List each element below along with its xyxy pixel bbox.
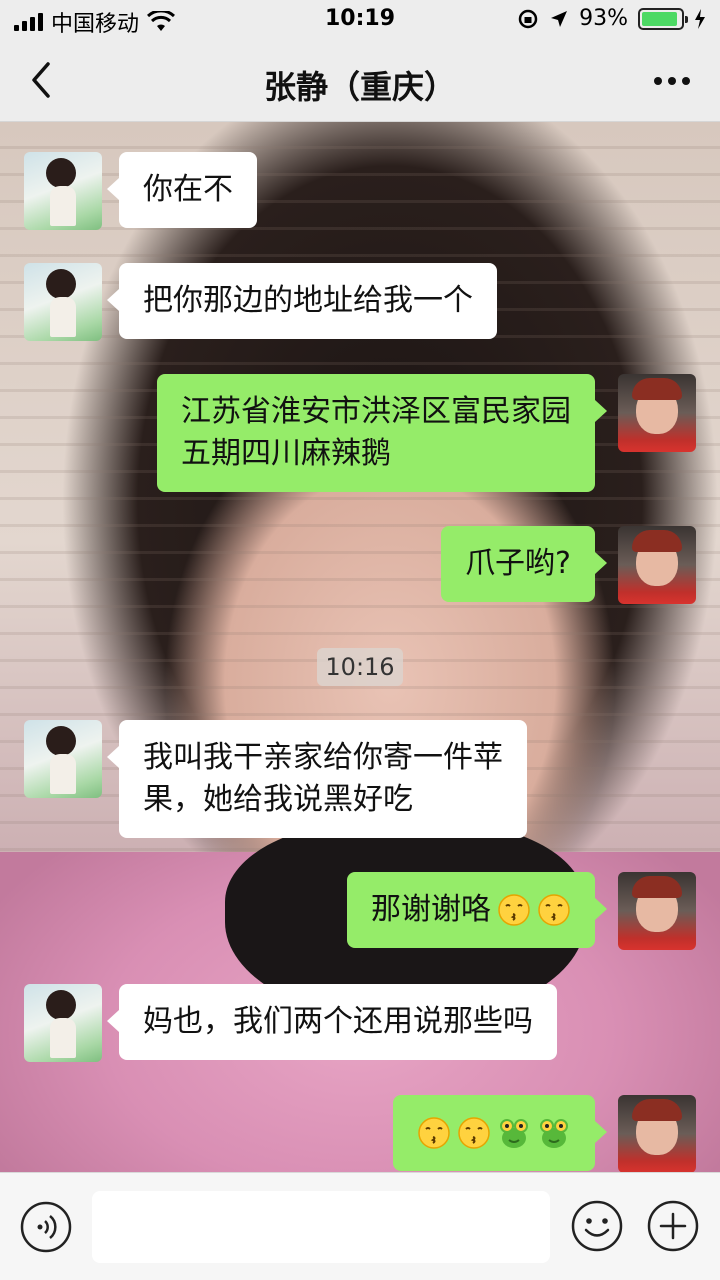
message-text: 那谢谢咯 — [371, 892, 491, 927]
message-text-line: 江苏省淮安市洪泽区富民家园 — [181, 394, 571, 429]
emoji-button[interactable] — [570, 1199, 624, 1253]
kissing-face-icon — [498, 894, 530, 926]
message-text: 爪子哟? — [465, 546, 571, 581]
my-avatar[interactable] — [618, 1095, 696, 1172]
message-text-line: 我叫我干亲家给你寄一件苹 — [143, 740, 503, 775]
my-avatar[interactable] — [618, 374, 696, 452]
battery-icon — [638, 7, 688, 30]
message-bubble-me[interactable]: 那谢谢咯 — [347, 872, 607, 948]
message-text-line: 果，她给我说黑好吃 — [143, 782, 413, 817]
smiley-icon — [571, 1200, 623, 1252]
frog-face-icon — [500, 1119, 528, 1148]
frog-face-icon — [540, 1119, 568, 1148]
message-bubble-me[interactable] — [393, 1095, 607, 1171]
message-text: 妈也，我们两个还用说那些吗 — [143, 1004, 533, 1039]
more-button[interactable] — [652, 66, 692, 96]
kissing-face-icon — [538, 894, 570, 926]
chat-header: 张静（重庆） — [0, 40, 720, 122]
friend-avatar[interactable] — [24, 984, 102, 1062]
kissing-face-icon — [418, 1117, 450, 1149]
message-bubble-friend[interactable]: 把你那边的地址给我一个 — [107, 263, 497, 339]
message-bubble-friend[interactable]: 妈也，我们两个还用说那些吗 — [107, 984, 557, 1060]
charging-icon — [695, 8, 705, 29]
message-bubble-friend[interactable]: 我叫我干亲家给你寄一件苹 果，她给我说黑好吃 — [107, 720, 527, 838]
input-bar — [0, 1172, 720, 1280]
my-avatar[interactable] — [618, 872, 696, 950]
message-text-line: 五期四川麻辣鹅 — [181, 436, 391, 471]
message-bubble-me[interactable]: 江苏省淮安市洪泽区富民家园 五期四川麻辣鹅 — [157, 374, 607, 492]
voice-icon — [20, 1201, 72, 1253]
location-icon — [551, 10, 568, 27]
voice-button[interactable] — [20, 1201, 72, 1253]
battery-fill — [642, 11, 678, 26]
kissing-face-icon — [458, 1117, 490, 1149]
message-bubble-friend[interactable]: 你在不 — [107, 152, 257, 228]
chat-title: 张静（重庆） — [263, 68, 456, 106]
battery-percent: 93% — [579, 6, 628, 31]
chat-area[interactable]: 你在不 把你那边的地址给我一个 江苏省淮安市洪泽区富民家园 五期四川麻辣鹅 爪子… — [0, 122, 720, 1172]
message-input[interactable] — [92, 1191, 550, 1263]
message-text: 你在不 — [143, 172, 233, 207]
timestamp-divider: 10:16 — [317, 648, 403, 686]
status-bar: 中国移动 10:19 93% — [0, 0, 720, 40]
friend-avatar[interactable] — [24, 152, 102, 230]
friend-avatar[interactable] — [24, 263, 102, 341]
more-actions-button[interactable] — [646, 1199, 700, 1253]
rotation-lock-icon — [518, 9, 538, 28]
message-text: 把你那边的地址给我一个 — [143, 283, 473, 318]
my-avatar[interactable] — [618, 526, 696, 604]
more-dots-icon — [654, 77, 690, 85]
message-bubble-me[interactable]: 爪子哟? — [441, 526, 607, 602]
friend-avatar[interactable] — [24, 720, 102, 798]
plus-icon — [647, 1200, 699, 1252]
